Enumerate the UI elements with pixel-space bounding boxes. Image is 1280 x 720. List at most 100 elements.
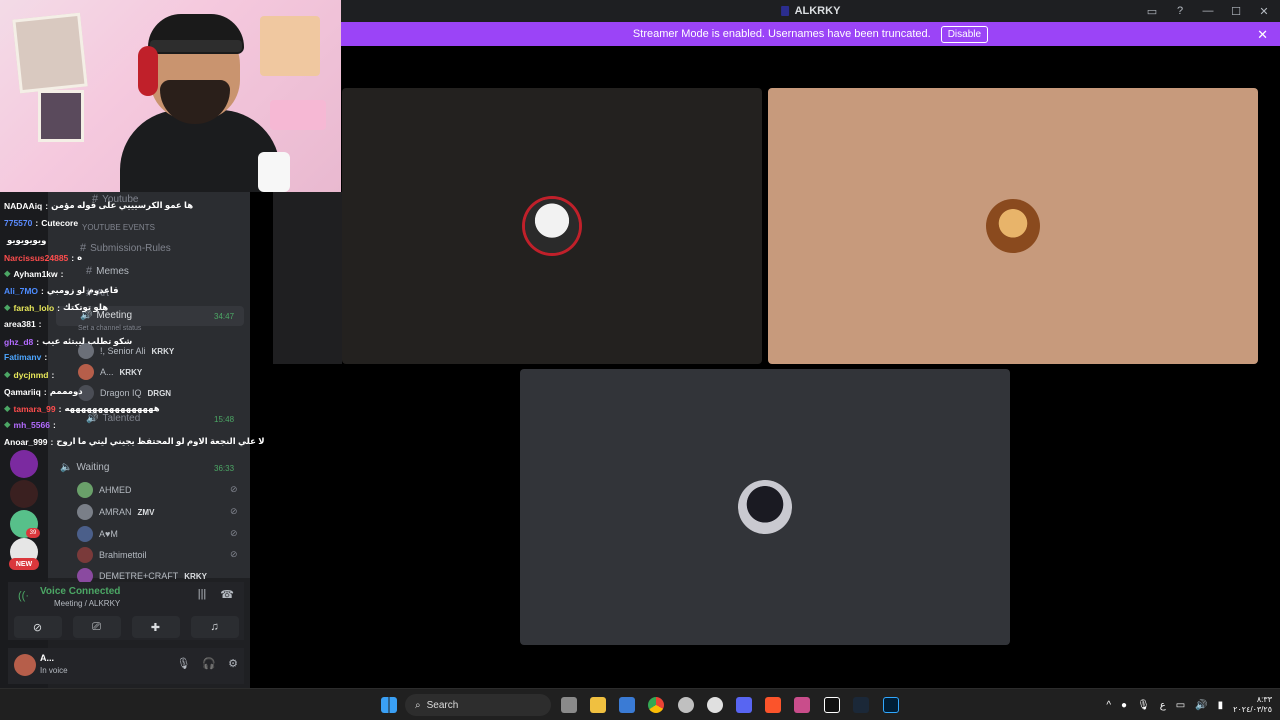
member-name: AMRAN (99, 507, 132, 517)
inbox-icon[interactable]: ▭ (1144, 3, 1160, 19)
windows-start-icon[interactable] (381, 697, 397, 713)
taskbar-search[interactable]: ⌕ Search (405, 694, 551, 716)
muted-icon: ⊘ (230, 528, 238, 538)
channel-submission-rules[interactable]: # Submission-Rules (80, 242, 171, 254)
member-tag: KRKY (184, 571, 207, 581)
camera-off-button[interactable]: ⊘ (13, 616, 62, 638)
channel-waiting[interactable]: 🔈 Waiting (60, 462, 109, 473)
channel-label: Waiting (76, 462, 110, 473)
microphone-icon[interactable]: 🎙 (1137, 700, 1150, 711)
avatar[interactable] (14, 654, 36, 676)
language-indicator[interactable]: ع (1160, 700, 1166, 711)
member-name: A♥M (99, 529, 118, 539)
window-titlebar: ALKRKY ▭ ? — ☐ ✕ (341, 0, 1280, 22)
close-icon[interactable]: ✕ (1257, 27, 1268, 43)
channel-label: Memes (96, 265, 129, 277)
volume-icon[interactable]: 🔊 (1195, 700, 1207, 711)
steam-icon[interactable] (853, 697, 869, 713)
chrome-icon[interactable] (648, 697, 664, 713)
voice-location[interactable]: Meeting / ALKRKY (54, 599, 120, 608)
discord-icon[interactable] (736, 697, 752, 713)
channel-label: Meeting (96, 310, 133, 321)
screen-share-button[interactable]: ⎚ (72, 616, 121, 638)
capcut-icon[interactable] (824, 697, 840, 713)
participant-avatar (738, 480, 792, 534)
voice-member[interactable]: Dragon IQ DRGN (78, 385, 171, 401)
signal-icon: ((· (18, 590, 29, 602)
app-icon[interactable] (678, 697, 694, 713)
disable-button[interactable]: Disable (940, 25, 989, 43)
wall-frame (12, 12, 88, 94)
channel-memes[interactable]: # Memes (86, 265, 129, 277)
channel-meeting[interactable]: 🔊 Meeting (80, 310, 132, 321)
member-name: DEMETRE+CRAFT (99, 571, 179, 581)
settings-gear-icon[interactable]: ⚙ (228, 657, 238, 670)
member-tag: KRKY (119, 367, 143, 377)
voice-member[interactable]: Brahimettoil (77, 547, 147, 563)
voice-member[interactable]: AMRAN ZMV (77, 504, 154, 520)
channel-talented[interactable]: 🔊 Talented (86, 413, 140, 424)
server-icon[interactable] (10, 450, 38, 478)
hash-icon: # (86, 265, 93, 277)
member-tag: ZMV (137, 507, 155, 517)
headphones-icon[interactable]: 🎧 (202, 657, 216, 670)
voice-icon: 🔊 (86, 413, 99, 424)
minimize-button[interactable]: — (1200, 3, 1216, 19)
battery-icon[interactable]: ▮ (1218, 700, 1224, 711)
photoshop-icon[interactable] (883, 697, 899, 713)
video-tile-1[interactable] (342, 88, 762, 364)
clock-time: ٨:٣٣ (1256, 695, 1272, 704)
chevron-up-icon[interactable]: ^ (1106, 700, 1111, 711)
voice-status-title[interactable]: Voice Connected (40, 586, 120, 597)
maximize-button[interactable]: ☐ (1228, 3, 1244, 19)
channel-art[interactable]: # Art (86, 287, 109, 299)
voice-member[interactable]: !, Senior Ali KRKY (78, 343, 174, 359)
avatar (78, 364, 94, 380)
clock-date: ٢٠٢٤/٠٣/٢٥ (1233, 705, 1272, 714)
voice-member[interactable]: A... KRKY (78, 364, 142, 380)
channel-status[interactable]: Set a channel status (78, 325, 141, 332)
voice-connected-panel: ((· Voice Connected Meeting / ALKRKY |||… (8, 582, 244, 640)
server-icon[interactable] (10, 480, 38, 508)
voice-member[interactable]: AHMED (77, 482, 132, 498)
user-panel: A... In voice 🎙 🎧 ⚙ (8, 648, 244, 684)
file-explorer-icon[interactable] (590, 697, 606, 713)
brave-icon[interactable] (765, 697, 781, 713)
network-icon[interactable]: ▭ (1176, 700, 1185, 711)
task-view-icon[interactable] (561, 697, 577, 713)
video-tile-2[interactable] (768, 88, 1258, 364)
window-title: ALKRKY (780, 5, 841, 17)
user-name[interactable]: A... (40, 653, 54, 663)
video-tile-3[interactable] (520, 369, 1010, 645)
window-title-text: ALKRKY (794, 5, 841, 17)
tray-app-icon[interactable]: ● (1121, 700, 1127, 711)
voice-member[interactable]: A♥M (77, 526, 118, 542)
participant-avatar (986, 199, 1040, 253)
activities-button[interactable]: ✚ (131, 616, 180, 638)
soundboard-button[interactable]: ♫ (190, 616, 239, 638)
help-icon[interactable]: ? (1172, 3, 1188, 19)
noise-suppression-icon[interactable]: ||| (198, 588, 207, 601)
close-window-button[interactable]: ✕ (1256, 3, 1272, 19)
avatar (77, 482, 93, 498)
microphone-icon[interactable]: 🎙 (176, 657, 190, 670)
hash-icon: # (80, 242, 87, 254)
participant-avatar (525, 199, 579, 253)
steam-overlay-icon[interactable] (707, 697, 723, 713)
app-icon[interactable] (794, 697, 810, 713)
member-name: A... (100, 367, 114, 377)
mug (258, 152, 290, 192)
category-youtube-events[interactable]: YOUTUBE EVENTS (82, 223, 155, 232)
channel-youtube[interactable]: # Youtube (92, 193, 138, 205)
avatar (77, 504, 93, 520)
meeting-timer: 34:47 (214, 312, 235, 321)
voice-icon: 🔊 (80, 310, 93, 321)
hash-icon: # (92, 193, 99, 205)
store-icon[interactable] (619, 697, 635, 713)
disconnect-icon[interactable]: ☎ (220, 588, 234, 601)
search-icon: ⌕ (415, 699, 421, 711)
mention-count-badge: 39 (26, 528, 40, 538)
clock[interactable]: ٨:٣٣ ٢٠٢٤/٠٣/٢٥ (1233, 695, 1272, 715)
banner-text: Streamer Mode is enabled. Usernames have… (632, 28, 931, 40)
streamer-mode-banner: Streamer Mode is enabled. Usernames have… (341, 22, 1280, 46)
